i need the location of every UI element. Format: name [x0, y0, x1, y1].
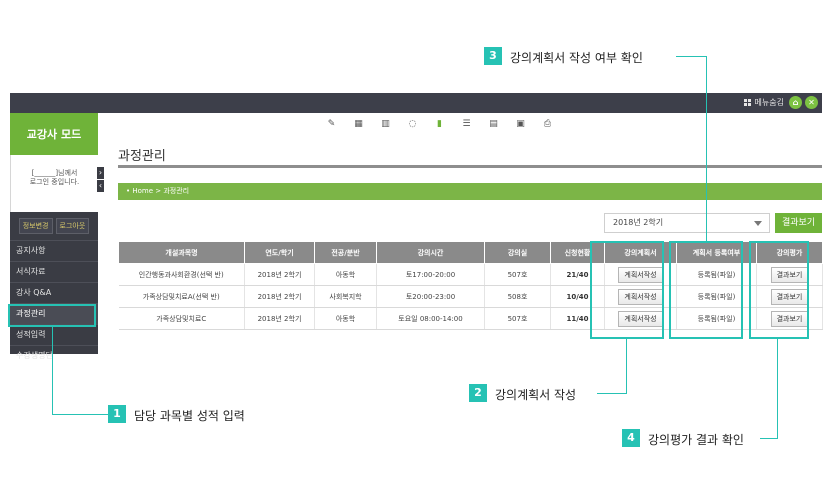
connector-3-vertical — [706, 56, 707, 241]
highlight-evaluation-column — [749, 241, 809, 339]
cell-room: 507호 — [484, 263, 551, 286]
callout-2-badge: 2 — [469, 384, 487, 402]
close-icon[interactable]: ✕ — [805, 96, 818, 109]
callout-3-badge: 3 — [484, 47, 502, 65]
title-divider — [118, 165, 822, 168]
connector-2-horizontal — [597, 393, 627, 394]
screenshot-stage: 메뉴숨김 ⌂ ✕ 교강사 모드 [______]님께서 로그인 중입니다. 정보… — [0, 0, 833, 480]
sidebar-item-notice[interactable]: 공지사항 — [10, 240, 98, 261]
cell-subject: 인간행동과사회환경(선택 반) — [118, 263, 245, 286]
cell-term: 2018년 2학기 — [244, 285, 315, 308]
header-term: 연도/학기 — [244, 241, 315, 264]
chevron-left-icon[interactable]: ‹ — [97, 180, 104, 192]
user-line-2: 로그인 중입니다. — [29, 178, 80, 186]
menu-hide-toggle[interactable]: 메뉴숨김 — [743, 97, 784, 108]
cell-term: 2018년 2학기 — [244, 307, 315, 330]
caret-down-icon — [754, 221, 762, 226]
connector-4-vertical — [777, 339, 778, 438]
callout-1-badge: 1 — [108, 405, 126, 423]
callout-2-text: 강의계획서 작성 — [495, 388, 577, 402]
header-time: 강의시간 — [376, 241, 485, 264]
print-icon[interactable]: ⎙ — [538, 117, 557, 131]
cell-major: 아동학 — [314, 307, 377, 330]
toolbar: ✎ ▦ ▥ ◌ ▮ ☰ ▤ ▣ ⎙ — [322, 117, 557, 131]
document-icon[interactable]: ▤ — [484, 117, 503, 131]
callout-4-text: 강의평가 결과 확인 — [648, 433, 744, 447]
connector-2-vertical — [626, 339, 627, 393]
cell-term: 2018년 2학기 — [244, 263, 315, 286]
view-results-button[interactable]: 결과보기 — [775, 213, 822, 233]
cell-major: 사회복지학 — [314, 285, 377, 308]
book-icon[interactable]: ▥ — [376, 117, 395, 131]
chevron-right-icon[interactable]: › — [97, 167, 104, 179]
term-select-value: 2018년 2학기 — [613, 218, 664, 227]
calendar-icon[interactable]: ▣ — [511, 117, 530, 131]
mode-title: 교강사 모드 — [10, 113, 98, 155]
term-select[interactable]: 2018년 2학기 — [604, 213, 770, 233]
callout-4-badge: 4 — [622, 429, 640, 447]
highlight-grade-input — [8, 304, 96, 327]
cell-time: 토20:00-23:00 — [376, 285, 485, 308]
home-icon[interactable]: ⌂ — [789, 96, 802, 109]
sidebar-item-forms[interactable]: 서식자료 — [10, 261, 98, 282]
callout-3-text: 강의계획서 작성 여부 확인 — [510, 51, 643, 65]
bar-chart-icon[interactable]: ▮ — [430, 117, 449, 131]
callout-1-text: 담당 과목별 성적 입력 — [134, 409, 245, 423]
account-buttons: 정보변경 로그아웃 — [10, 212, 98, 240]
user-line-1: [______]님께서 — [31, 169, 78, 177]
edit-info-button[interactable]: 정보변경 — [18, 218, 53, 234]
highlight-plan-column — [590, 241, 664, 339]
connector-4-horizontal — [760, 438, 778, 439]
cell-subject: 가족상담및치료A(선택 반) — [118, 285, 245, 308]
top-bar: 메뉴숨김 ⌂ ✕ — [10, 93, 822, 113]
cell-time: 토17:00-20:00 — [376, 263, 485, 286]
header-room: 강의실 — [484, 241, 551, 264]
chart-icon[interactable]: ▦ — [349, 117, 368, 131]
cell-major: 아동학 — [314, 263, 377, 286]
chat-icon[interactable]: ◌ — [403, 117, 422, 131]
connector-1-vertical — [52, 327, 53, 414]
cell-room: 507호 — [484, 307, 551, 330]
header-major: 전공/분반 — [314, 241, 377, 264]
connector-3-horizontal — [676, 56, 706, 57]
sidebar-item-qna[interactable]: 강사 Q&A — [10, 282, 98, 303]
page-title: 과정관리 — [118, 149, 166, 164]
sidebar-item-student-list[interactable]: 수강생명단 — [10, 345, 98, 366]
cell-subject: 가족상담및치료C — [118, 307, 245, 330]
menu-hide-label: 메뉴숨김 — [754, 98, 784, 107]
sidebar-item-grade-input[interactable]: 성적입력 — [10, 324, 98, 345]
logout-button[interactable]: 로그아웃 — [55, 218, 90, 234]
user-box: [______]님께서 로그인 중입니다. — [10, 155, 98, 212]
cell-room: 508호 — [484, 285, 551, 308]
breadcrumb: • Home > 과정관리 — [118, 183, 822, 200]
highlight-registered-column — [669, 241, 743, 339]
connector-1-horizontal — [52, 414, 108, 415]
pencil-icon[interactable]: ✎ — [322, 117, 341, 131]
cell-time: 토요일 08:00-14:00 — [376, 307, 485, 330]
grid-icon — [743, 99, 751, 106]
header-subject: 개설과목명 — [118, 241, 245, 264]
list-icon[interactable]: ☰ — [457, 117, 476, 131]
